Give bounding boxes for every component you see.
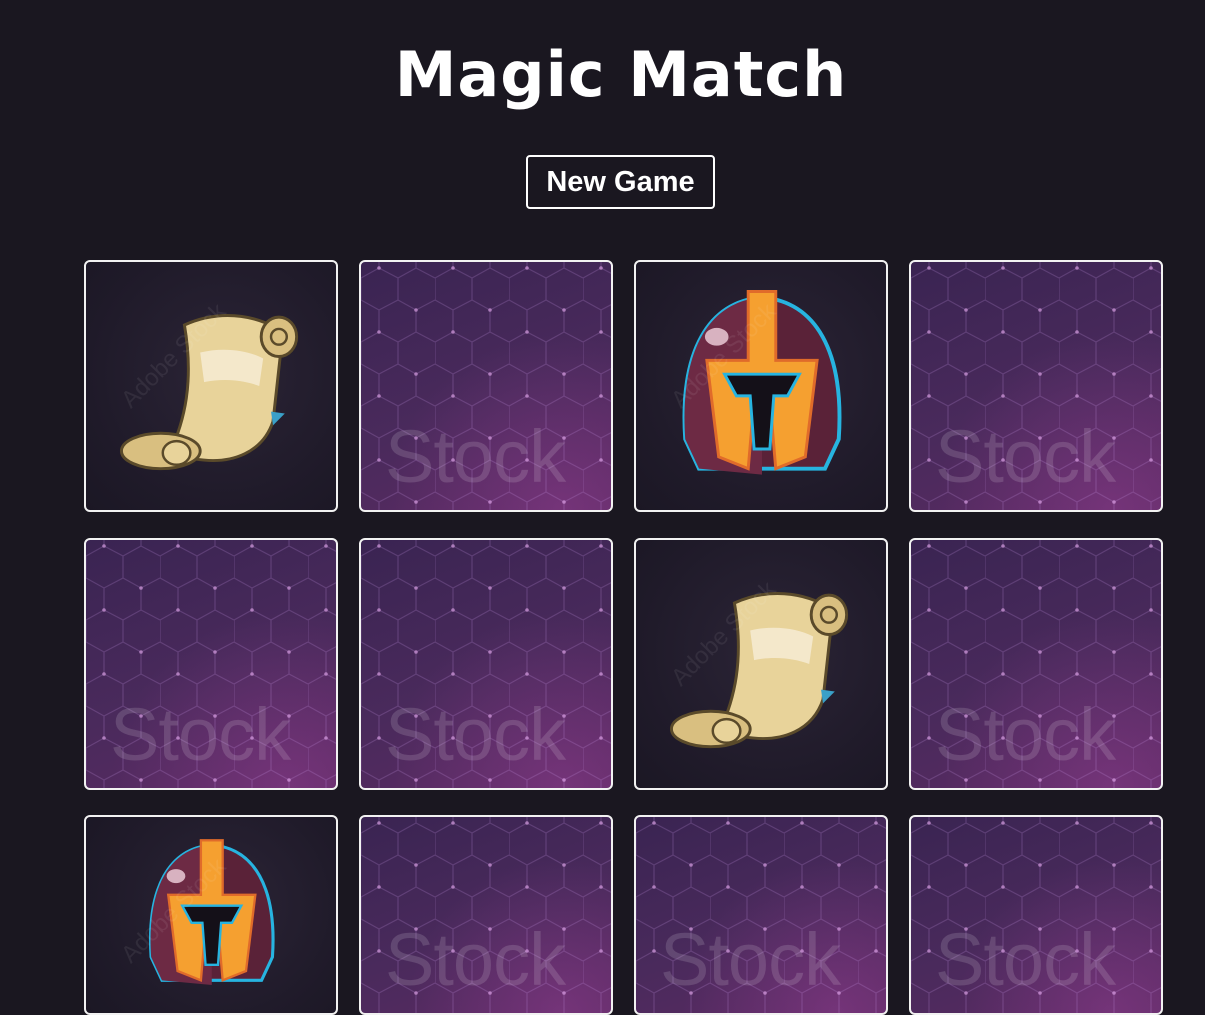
helmet-icon [148, 839, 275, 985]
watermark-text: Stock [660, 918, 841, 1001]
new-game-button[interactable]: New Game [526, 155, 715, 209]
watermark-text: Stock [110, 693, 291, 776]
watermark-text: Stock [935, 693, 1116, 776]
card[interactable]: Stock [909, 538, 1163, 790]
watermark-text: Stock [385, 693, 566, 776]
card[interactable]: Stock [909, 260, 1163, 512]
watermark-text: Stock [385, 415, 566, 498]
card[interactable]: Stock [84, 538, 338, 790]
game-title: Magic Match [394, 38, 848, 111]
card-grid: Adobe Stock Stock Adobe Stock Stock Stoc… [0, 0, 1205, 1015]
watermark-text: Stock [385, 918, 566, 1001]
watermark-text: Stock [935, 415, 1116, 498]
card[interactable]: Stock [634, 815, 888, 1015]
card[interactable]: Adobe Stock [84, 815, 338, 1015]
card[interactable]: Adobe Stock [84, 260, 338, 512]
card[interactable]: Adobe Stock [634, 260, 888, 512]
watermark-text: Stock [935, 918, 1116, 1001]
card[interactable]: Stock [359, 260, 613, 512]
card[interactable]: Stock [359, 815, 613, 1015]
card[interactable]: Stock [359, 538, 613, 790]
card[interactable]: Stock [909, 815, 1163, 1015]
card[interactable]: Adobe Stock [634, 538, 888, 790]
